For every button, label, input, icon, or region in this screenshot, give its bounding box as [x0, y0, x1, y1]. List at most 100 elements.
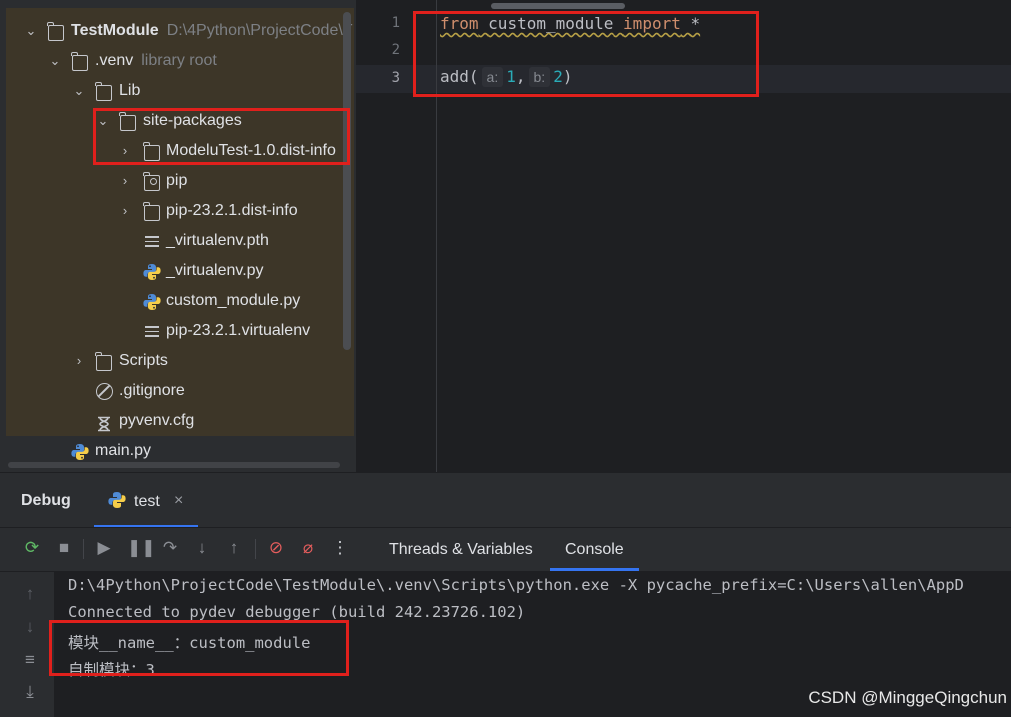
scroll-to-end-icon[interactable]: ⤓: [16, 682, 44, 702]
tree-item-label: site-packages: [143, 112, 242, 129]
chevron-right-icon[interactable]: ›: [118, 136, 132, 166]
param-hint-a: a:: [481, 67, 504, 87]
chevron-right-icon[interactable]: ›: [118, 166, 132, 196]
tree-item-label: Scripts: [119, 352, 168, 369]
horizontal-scrollbar[interactable]: [8, 462, 340, 468]
tree-item-label: _virtualenv.pth: [166, 232, 269, 249]
tree-item-label: pip: [166, 172, 188, 189]
arg-value-b: 2: [553, 67, 563, 86]
console-line: Connected to pydev debugger (build 242.2…: [68, 603, 526, 621]
tree-item-gitignore[interactable]: .gitignore: [0, 376, 356, 406]
console-line: 模块__name__：custom_module: [68, 634, 311, 652]
stop-icon[interactable]: ■: [53, 537, 75, 559]
step-over-icon[interactable]: ↷: [159, 537, 181, 559]
tree-item-lib[interactable]: ⌄ Lib: [0, 76, 356, 106]
folder-icon: [95, 82, 112, 101]
folder-icon: [143, 202, 160, 221]
chevron-down-icon[interactable]: ⌄: [72, 76, 86, 106]
arg-value-a: 1: [506, 67, 516, 86]
tree-item-virtualenv-pth[interactable]: _virtualenv.pth: [0, 226, 356, 256]
keyword-from: from: [440, 14, 479, 33]
debug-panel: Debug test × ⟳ ■ ▶ ❚❚ ↷ ↓ ↑ ⊘ ⌀ ⋮ Thread…: [0, 472, 1011, 717]
pause-icon[interactable]: ❚❚: [127, 537, 156, 559]
tree-item-label: pyvenv.cfg: [119, 412, 195, 429]
param-hint-b: b:: [528, 67, 551, 87]
line-number: 2: [391, 42, 400, 58]
text-file-icon: [144, 323, 160, 339]
import-star: *: [690, 14, 701, 33]
view-breakpoints-icon[interactable]: ⊘: [265, 537, 287, 559]
code-editor[interactable]: 1 2 3 from custom_module import * add(a:…: [356, 0, 1011, 472]
package-folder-icon: [143, 172, 160, 191]
project-path: D:\4Python\ProjectCode\T: [166, 22, 353, 39]
tree-item-label: pip-23.2.1.virtualenv: [166, 322, 311, 339]
folder-icon: [71, 52, 88, 71]
line-number: 1: [391, 15, 400, 31]
console-line: D:\4Python\ProjectCode\TestModule\.venv\…: [68, 576, 964, 594]
module-name: custom_module: [488, 14, 614, 33]
horizontal-scrollbar[interactable]: [491, 3, 625, 9]
arrow-up-icon[interactable]: ↑: [16, 584, 44, 604]
tree-item-pip-dist-info[interactable]: › pip-23.2.1.dist-info: [0, 196, 356, 226]
tree-item-site-packages[interactable]: ⌄ site-packages: [0, 106, 356, 136]
chevron-right-icon[interactable]: ›: [118, 196, 132, 226]
soft-wrap-icon[interactable]: ≡: [16, 650, 44, 670]
chevron-right-icon[interactable]: ›: [72, 346, 86, 376]
keyword-import: import: [623, 14, 681, 33]
project-tree: ⌄ TestModule D:\4Python\ProjectCode\T ⌄ .…: [0, 0, 356, 472]
config-file-icon: [96, 413, 112, 432]
function-call: add(: [440, 67, 479, 86]
tree-item-testmodule[interactable]: ⌄ TestModule D:\4Python\ProjectCode\T: [0, 16, 356, 46]
close-paren: ): [562, 67, 573, 86]
tab-label: test: [134, 493, 160, 510]
folder-icon: [95, 352, 112, 371]
tree-item-label: Lib: [119, 82, 141, 99]
tree-item-pyvenv-cfg[interactable]: pyvenv.cfg: [0, 406, 356, 436]
tree-item-label: .gitignore: [119, 382, 185, 399]
comma: ,: [515, 67, 526, 86]
tree-item-label: _virtualenv.py: [166, 262, 264, 279]
tree-item-pip-virtualenv[interactable]: pip-23.2.1.virtualenv: [0, 316, 356, 346]
tree-item-custom-module-py[interactable]: custom_module.py: [0, 286, 356, 316]
tree-item-label: TestModule: [71, 22, 159, 39]
mute-breakpoints-icon[interactable]: ⌀: [297, 537, 319, 559]
line-number: 3: [391, 70, 400, 86]
tree-item-modelutest-dist-info[interactable]: › ModeluTest-1.0.dist-info: [0, 136, 356, 166]
tab-test[interactable]: test ×: [94, 483, 198, 528]
ignore-file-icon: [96, 383, 113, 400]
watermark: CSDN @MinggeQingchun: [808, 688, 1007, 707]
console-side-toolbar: ↑ ↓ ≡ ⤓: [0, 572, 55, 717]
python-file-icon: [71, 442, 89, 460]
tree-item-virtualenv-py[interactable]: _virtualenv.py: [0, 256, 356, 286]
step-out-icon[interactable]: ↑: [223, 537, 245, 559]
tab-threads-variables[interactable]: Threads & Variables: [389, 541, 533, 559]
tree-item-scripts[interactable]: › Scripts: [0, 346, 356, 376]
python-file-icon: [143, 262, 161, 280]
folder-icon: [119, 112, 136, 131]
more-options-icon[interactable]: ⋮: [329, 537, 351, 559]
debug-title: Debug: [21, 492, 71, 509]
tab-console[interactable]: Console: [565, 541, 624, 559]
arrow-down-icon[interactable]: ↓: [16, 617, 44, 637]
tree-item-venv[interactable]: ⌄ .venv library root: [0, 46, 356, 76]
chevron-down-icon[interactable]: ⌄: [96, 106, 110, 136]
rerun-icon[interactable]: ⟳: [21, 537, 43, 559]
text-file-icon: [144, 233, 160, 249]
code-line-3[interactable]: add(a: 1, b: 2): [440, 67, 572, 87]
chevron-down-icon[interactable]: ⌄: [24, 16, 38, 46]
tree-item-pip[interactable]: › pip: [0, 166, 356, 196]
step-into-icon[interactable]: ↓: [191, 537, 213, 559]
python-file-icon: [143, 292, 161, 310]
resume-icon[interactable]: ▶: [93, 537, 115, 559]
close-icon[interactable]: ×: [174, 492, 183, 510]
python-run-icon: [108, 491, 126, 514]
vertical-scrollbar[interactable]: [343, 12, 351, 350]
tree-item-label: ModeluTest-1.0.dist-info: [166, 142, 336, 159]
library-root-hint: library root: [141, 52, 217, 69]
console-line: 自制模块：3: [68, 661, 155, 679]
tree-item-label: .venv: [95, 52, 134, 69]
tree-item-label: custom_module.py: [166, 292, 301, 309]
code-line-1[interactable]: from custom_module import *: [440, 14, 700, 33]
folder-icon: [143, 142, 160, 161]
chevron-down-icon[interactable]: ⌄: [48, 46, 62, 76]
